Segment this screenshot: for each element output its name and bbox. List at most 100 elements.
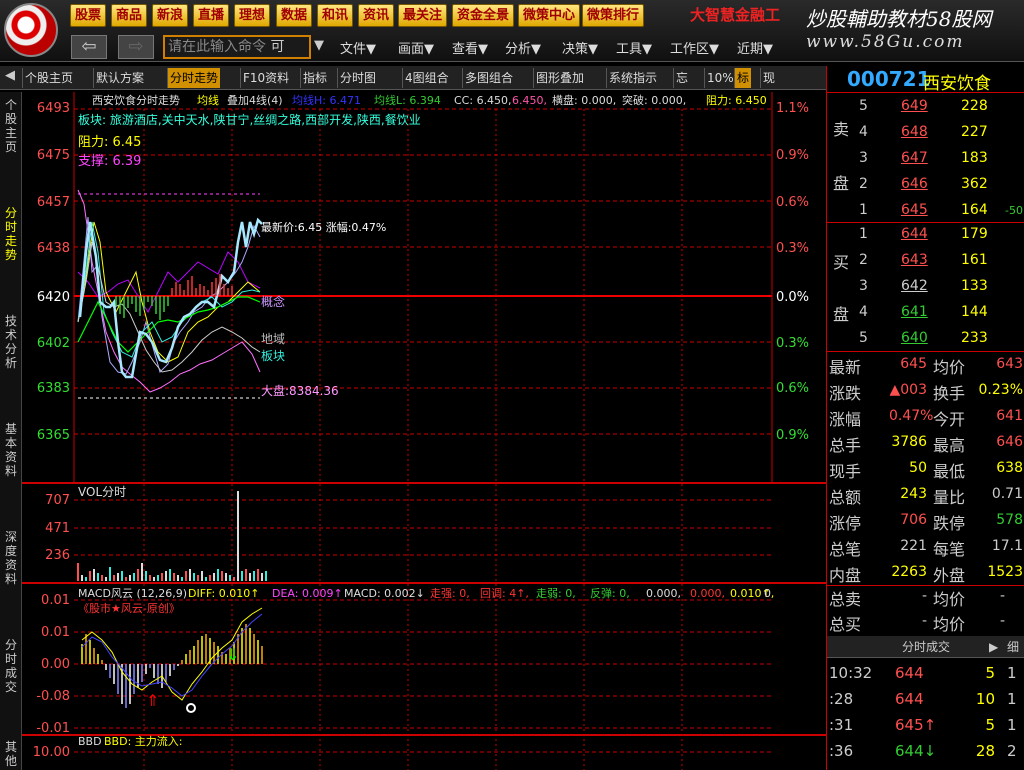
buy-level: 2 [859, 252, 868, 268]
toolbar-item-5[interactable]: 分时图 [337, 68, 378, 88]
quote-label: 总笔 [829, 540, 862, 559]
menu-6[interactable]: 工作区▼ [670, 38, 719, 57]
macd-axis-label: 0.01 [41, 625, 70, 640]
support-label: 支撑: 6.39 [78, 154, 141, 169]
marker-circle-icon [186, 703, 196, 713]
toolbar-item-3[interactable]: F10资料 [240, 68, 291, 88]
top-button-8[interactable]: 最关注 [398, 4, 448, 27]
toolbar-item-1[interactable]: 默认方案 [93, 68, 146, 88]
sell-price[interactable]: 646 [901, 176, 928, 192]
tick-time: :31 [829, 716, 854, 734]
back-arrow-icon[interactable]: ⇦ [71, 35, 107, 59]
menu-5[interactable]: 工具▼ [616, 38, 652, 57]
toolbar-item-9[interactable]: 系统指示 [606, 68, 659, 88]
top-button-11[interactable]: 微策排行 [582, 4, 645, 27]
toolbar-item-0[interactable]: 个股主页 [22, 68, 75, 88]
app-logo[interactable] [4, 3, 58, 57]
quote-value: 17.1 [991, 538, 1023, 554]
sell-level: 1 [859, 202, 868, 218]
quote-value: 0.47% [889, 408, 934, 424]
top-button-3[interactable]: 直播 [193, 4, 230, 27]
buy-group-label: 盘 [833, 305, 850, 324]
toolbar-item-6[interactable]: 4图组合 [402, 68, 451, 88]
buy-level: 5 [859, 330, 868, 346]
buy-price[interactable]: 641 [901, 304, 928, 320]
sell-delta: -50 [1005, 204, 1023, 217]
buy-price[interactable]: 644 [901, 226, 928, 242]
buy-volume: 144 [961, 304, 988, 320]
toolbar-item-7[interactable]: 多图组合 [462, 68, 515, 88]
command-input[interactable]: 请在此输入命令 可 [163, 35, 311, 59]
macd-sub: 《股市★风云-原创》 [78, 601, 180, 615]
top-button-1[interactable]: 商品 [111, 4, 148, 27]
toolbar-item-4[interactable]: 指标 [300, 68, 329, 88]
left-arrow-icon[interactable]: ◀ [5, 68, 15, 83]
macd-dea: DEA: 0.009↑ [272, 587, 343, 600]
toolbar-item-13[interactable]: 现 [760, 68, 777, 88]
macd-diff: DIFF: 0.010↑ [188, 587, 259, 600]
sum-label: 均价 [933, 615, 966, 634]
sell-price[interactable]: 645 [901, 202, 928, 218]
sell-price[interactable]: 647 [901, 150, 928, 166]
sum-value: - [999, 588, 1005, 604]
buy-group-label: 买 [833, 253, 850, 272]
top-button-0[interactable]: 股票 [70, 4, 107, 27]
stock-code: 000721 [847, 67, 931, 91]
macd-ft: 反弹: 0, [590, 586, 630, 600]
menu-4[interactable]: 决策▼ [562, 38, 598, 57]
menu-7[interactable]: 近期▼ [737, 38, 773, 57]
top-button-4[interactable]: 理想 [234, 4, 271, 27]
menu-1[interactable]: 画面▼ [398, 38, 434, 57]
menu-3[interactable]: 分析▼ [505, 38, 541, 57]
quote-value: 578 [996, 512, 1023, 528]
top-button-7[interactable]: 资讯 [358, 4, 395, 27]
series-label-region: 地域 [261, 332, 285, 346]
pct-axis-label: 0.3% [776, 336, 809, 351]
quote-value: 643 [996, 356, 1023, 372]
tick-count: 1 [1007, 716, 1017, 734]
quote-label: 换手 [933, 384, 966, 403]
quote-value: ▲003 [889, 382, 928, 398]
quote-value: 243 [900, 486, 927, 502]
toolbar-item-10[interactable]: 忘 [673, 68, 690, 88]
top-button-5[interactable]: 数据 [276, 4, 313, 27]
top-button-6[interactable]: 和讯 [317, 4, 354, 27]
pct-axis-label: 0.9% [776, 428, 809, 443]
toolbar-item-2[interactable]: 分时走势 [167, 68, 221, 88]
sell-price[interactable]: 648 [901, 124, 928, 140]
buy-volume: 179 [961, 226, 988, 242]
vtab-5[interactable]: 分时成交 [3, 638, 19, 694]
buy-price[interactable]: 642 [901, 278, 928, 294]
top-button-9[interactable]: 资金全景 [452, 4, 515, 27]
tick-volume: 28 [975, 742, 995, 760]
vtab-6[interactable]: 其他 [3, 740, 19, 768]
macd-axis-label: 0.01 [41, 593, 70, 608]
vtab-4[interactable]: 深度资料 [3, 530, 19, 586]
quote-label: 最低 [933, 462, 966, 481]
buy-price[interactable]: 643 [901, 252, 928, 268]
tick-panel-header[interactable]: 分时成交 ▶ 细 [827, 636, 1024, 658]
sell-price[interactable]: 649 [901, 98, 928, 114]
toolbar-item-8[interactable]: 图形叠加 [533, 68, 586, 88]
toolbar-item-11[interactable]: 10% [704, 68, 736, 88]
menu-0[interactable]: 文件▼ [340, 38, 376, 57]
vol-axis-label: 707 [45, 493, 70, 508]
forward-arrow-icon[interactable]: ⇨ [118, 35, 154, 59]
sell-volume: 227 [961, 124, 988, 140]
buy-price[interactable]: 640 [901, 330, 928, 346]
overlay-label: 叠加4线(4) [227, 93, 283, 107]
vtab-3[interactable]: 基本资料 [3, 422, 19, 478]
vtab-0[interactable]: 个股主页 [3, 98, 19, 154]
command-dropdown-icon[interactable]: ▼ [314, 38, 324, 53]
vtab-1[interactable]: 分时走势 [3, 206, 19, 262]
quote-label: 跌停 [933, 514, 966, 533]
vtab-2[interactable]: 技术分析 [3, 314, 19, 370]
pct-axis-label: 0.0% [776, 290, 809, 305]
tick-detail-label[interactable]: 细 [1007, 636, 1019, 658]
toolbar-item-12[interactable]: 标 [734, 68, 752, 88]
play-icon[interactable]: ▶ [989, 636, 998, 658]
menu-2[interactable]: 查看▼ [452, 38, 488, 57]
vertical-tabs: 个股主页分时走势技术分析基本资料深度资料分时成交其他 [0, 92, 22, 770]
top-button-2[interactable]: 新浪 [152, 4, 189, 27]
top-button-10[interactable]: 微策中心 [518, 4, 581, 27]
